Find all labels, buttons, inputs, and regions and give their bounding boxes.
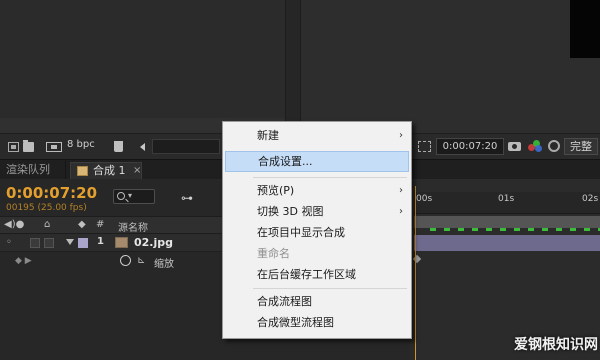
layer-duration-bar[interactable] <box>414 235 600 251</box>
context-menu: 新建 › 合成设置... 预览(P) › 切换 3D 视图 › 在项目中显示合成… <box>222 121 412 339</box>
submenu-arrow-icon: › <box>399 130 403 141</box>
audio-video-toggle-icon[interactable]: ◀)● <box>4 219 24 230</box>
current-time-indicator[interactable] <box>415 186 416 360</box>
stopwatch-icon[interactable] <box>120 255 131 266</box>
menu-item-label: 重命名 <box>257 247 290 260</box>
tab-composition-label: 合成 1 <box>93 164 126 177</box>
solo-toggle[interactable] <box>30 238 40 248</box>
chevron-down-icon: ▾ <box>128 191 133 200</box>
trash-icon[interactable] <box>114 141 123 152</box>
panel-divider[interactable] <box>285 0 301 133</box>
project-toolbar <box>0 133 222 159</box>
frame-info: 00195 (25.00 fps) <box>6 203 87 213</box>
menu-item-switch-3d-view[interactable]: 切换 3D 视图 › <box>225 201 409 222</box>
project-scroll-track[interactable] <box>152 139 220 154</box>
menu-item-reveal-in-project[interactable]: 在项目中显示合成 <box>225 222 409 243</box>
new-composition-icon[interactable] <box>46 142 62 152</box>
project-panel <box>0 0 285 133</box>
menu-item-new[interactable]: 新建 › <box>225 125 409 146</box>
keyframe-navigator-icon[interactable]: ◆ ▶ <box>15 256 32 266</box>
tick-label: 02s <box>582 194 599 204</box>
menu-item-cache-work-area[interactable]: 在后台缓存工作区域 <box>225 264 409 285</box>
label-icon[interactable]: ◆ <box>78 219 86 230</box>
time-ruler[interactable]: 00s 01s 02s <box>414 192 600 214</box>
current-time-display[interactable]: 0:00:07:20 <box>6 184 97 202</box>
layer-number: 1 <box>97 236 104 247</box>
color-management-icon[interactable] <box>548 140 560 152</box>
tab-composition-1[interactable]: 合成 1 × <box>70 162 142 180</box>
menu-item-label: 合成流程图 <box>257 295 312 308</box>
column-hash: # <box>96 219 105 230</box>
menu-item-label: 在项目中显示合成 <box>257 226 345 239</box>
menu-item-mini-flowchart[interactable]: 合成微型流程图 <box>225 312 409 333</box>
menu-item-preview[interactable]: 预览(P) › <box>225 180 409 201</box>
snapshot-camera-icon[interactable] <box>508 142 521 151</box>
image-layer-icon <box>115 237 128 248</box>
tick-label: 01s <box>498 194 515 204</box>
new-folder-icon[interactable] <box>23 140 34 152</box>
lock-toggle[interactable] <box>44 238 54 248</box>
composition-canvas <box>570 0 600 58</box>
menu-item-label: 新建 <box>257 129 279 142</box>
lock-icon[interactable]: ⌂ <box>44 219 50 230</box>
work-area-bar[interactable] <box>414 216 600 228</box>
tick-label: 00s <box>416 194 433 204</box>
menu-item-label: 在后台缓存工作区域 <box>257 268 356 281</box>
column-source-name[interactable]: 源名称 <box>118 219 148 234</box>
menu-item-label: 合成微型流程图 <box>257 316 334 329</box>
submenu-arrow-icon: › <box>399 206 403 217</box>
show-channel-icon[interactable] <box>528 140 542 153</box>
menu-item-label: 预览(P) <box>257 184 295 197</box>
menu-item-label: 合成设置... <box>258 155 313 168</box>
search-icon <box>117 192 125 200</box>
close-icon[interactable]: × <box>133 163 141 179</box>
submenu-arrow-icon: › <box>399 185 403 196</box>
menu-separator <box>253 177 407 178</box>
composition-icon <box>77 166 88 176</box>
tab-render-queue[interactable]: 渲染队列 <box>0 160 66 180</box>
menu-separator <box>253 288 407 289</box>
flowchart-icon[interactable]: ⊶ <box>181 191 193 205</box>
layer-label-color[interactable] <box>78 238 88 248</box>
viewer-timecode[interactable]: 0:00:07:20 <box>436 138 504 155</box>
watermark: 爱钢根知识网 <box>514 337 598 353</box>
viewer-toolbar: 0:00:07:20 完整 <box>410 133 600 159</box>
bit-depth-button[interactable]: 8 bpc <box>67 139 95 150</box>
scroll-left-icon[interactable] <box>140 143 145 151</box>
menu-item-composition-flowchart[interactable]: 合成流程图 <box>225 291 409 312</box>
composition-viewer-panel <box>301 0 600 133</box>
twirl-down-icon[interactable] <box>66 239 74 245</box>
resolution-dropdown[interactable]: 完整 <box>564 138 598 155</box>
graph-icon[interactable]: ⊾ <box>137 255 145 266</box>
render-cache-indicator <box>430 228 600 231</box>
menu-item-composition-settings[interactable]: 合成设置... <box>225 151 409 172</box>
interpret-footage-icon[interactable] <box>8 142 19 152</box>
menu-item-label: 切换 3D 视图 <box>257 205 324 218</box>
visibility-eye-icon[interactable]: ◦ <box>6 237 12 248</box>
layer-name[interactable]: 02.jpg <box>134 236 173 249</box>
menu-item-rename: 重命名 <box>225 243 409 264</box>
region-of-interest-icon[interactable] <box>418 141 431 152</box>
search-input[interactable]: ▾ <box>113 189 155 204</box>
property-label: 缩放 <box>154 259 174 270</box>
